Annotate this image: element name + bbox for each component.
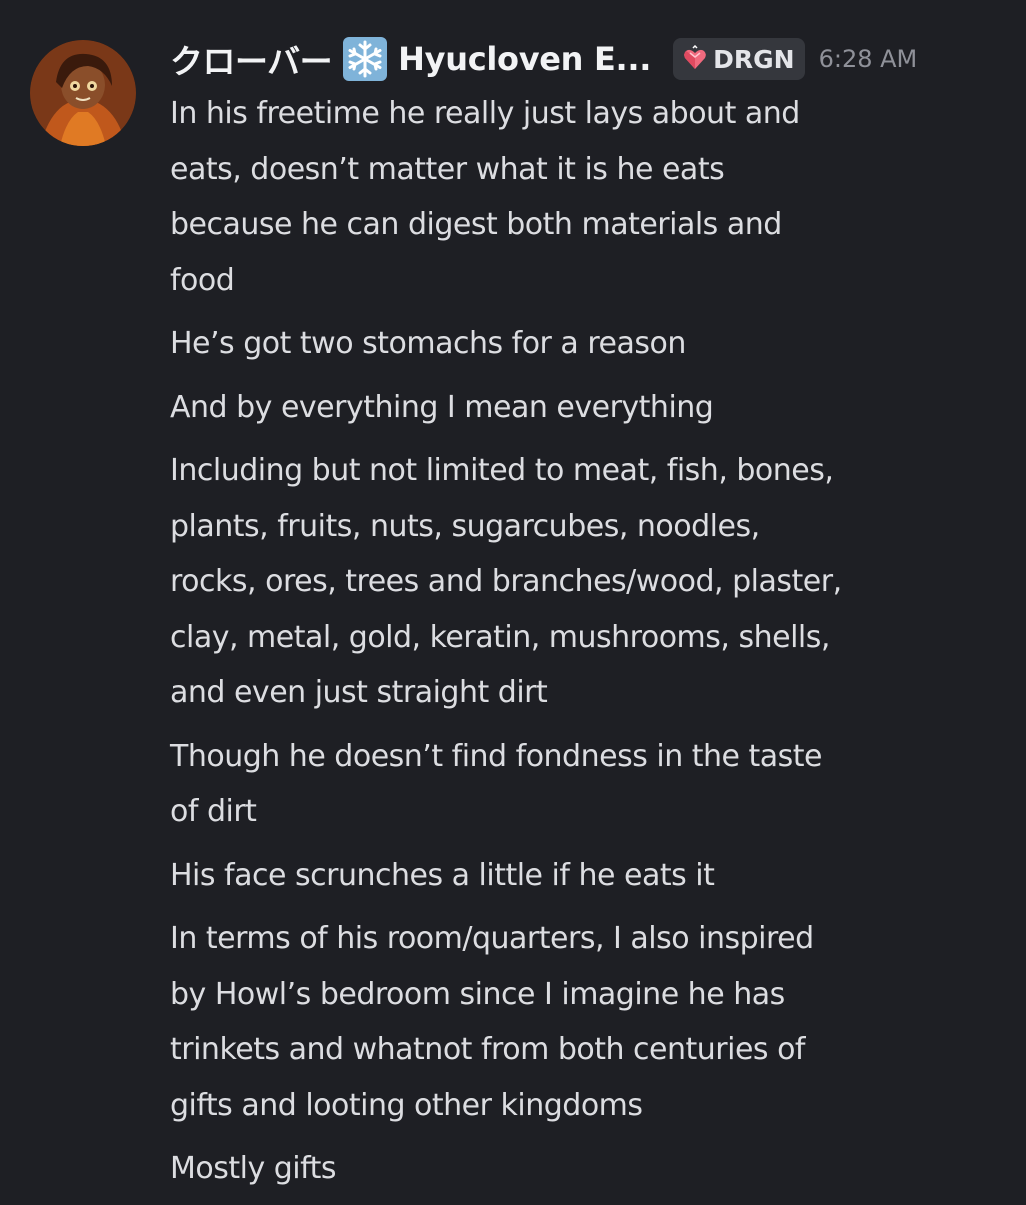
message-text: clay, metal, gold, keratin, mushrooms, s… [170, 619, 830, 655]
chat-message: クローバー Hyucloven E... DRGN 6:28 AM In his… [0, 0, 1026, 1200]
message-text: In his freetime he really just lays abou… [170, 96, 800, 131]
message-body: In his freetime he really just lays abou… [170, 86, 1010, 1205]
avatar-image [30, 40, 136, 146]
crystal-heart-icon [684, 45, 706, 69]
server-tag-label: DRGN [713, 44, 795, 74]
message-line: Mostly gifts [170, 1141, 1010, 1197]
message-line: He’s got two stomachs for a reason [170, 316, 1010, 372]
message-line: His face scrunches a little if he eats i… [170, 848, 1010, 904]
message-text: by Howl’s bedroom since I imagine he has [170, 976, 785, 1012]
user-avatar[interactable] [30, 40, 136, 146]
message-text: And by everything I mean everything [170, 389, 714, 425]
message-text: of dirt [170, 794, 257, 829]
server-tag[interactable]: DRGN [673, 38, 805, 80]
message-text: He’s got two stomachs for a reason [170, 326, 686, 361]
message-text: Though he doesn’t find fondness in the t… [170, 738, 823, 774]
message-text: food [170, 262, 235, 298]
message-text: and even just straight dirt [170, 675, 548, 710]
message-timestamp[interactable]: 6:28 AM [819, 45, 918, 73]
message-text: eats, doesn’t matter what it is he eats [170, 151, 725, 187]
message-line: Including but not limited to meat, fish,… [170, 443, 1010, 721]
message-text: gifts and looting other kingdoms [170, 1087, 643, 1123]
author-display-name[interactable]: クローバー [170, 35, 333, 83]
message-line: In his freetime he really just lays abou… [170, 86, 1010, 308]
message-text: trinkets and whatnot from both centuries… [170, 1032, 805, 1067]
message-text: Including but not limited to meat, fish,… [170, 453, 834, 488]
message-text: Mostly gifts [170, 1151, 337, 1186]
snowflake-icon [342, 36, 388, 82]
message-text: because he can digest both materials and [170, 207, 782, 242]
message-line: In terms of his room/quarters, I also in… [170, 911, 1010, 1133]
message-line: Though he doesn’t find fondness in the t… [170, 729, 1010, 840]
message-header: クローバー Hyucloven E... DRGN 6:28 AM [170, 34, 1010, 84]
message-text: plants, fruits, nuts, sugarcubes, noodle… [170, 508, 760, 544]
message-text: rocks, ores, trees and branches/wood, pl… [170, 564, 842, 599]
message-line: And by everything I mean everything [170, 380, 1010, 436]
author-name[interactable]: Hyucloven E... [398, 40, 651, 78]
message-text: In terms of his room/quarters, I also in… [170, 921, 814, 956]
message-text: His face scrunches a little if he eats i… [170, 857, 715, 893]
